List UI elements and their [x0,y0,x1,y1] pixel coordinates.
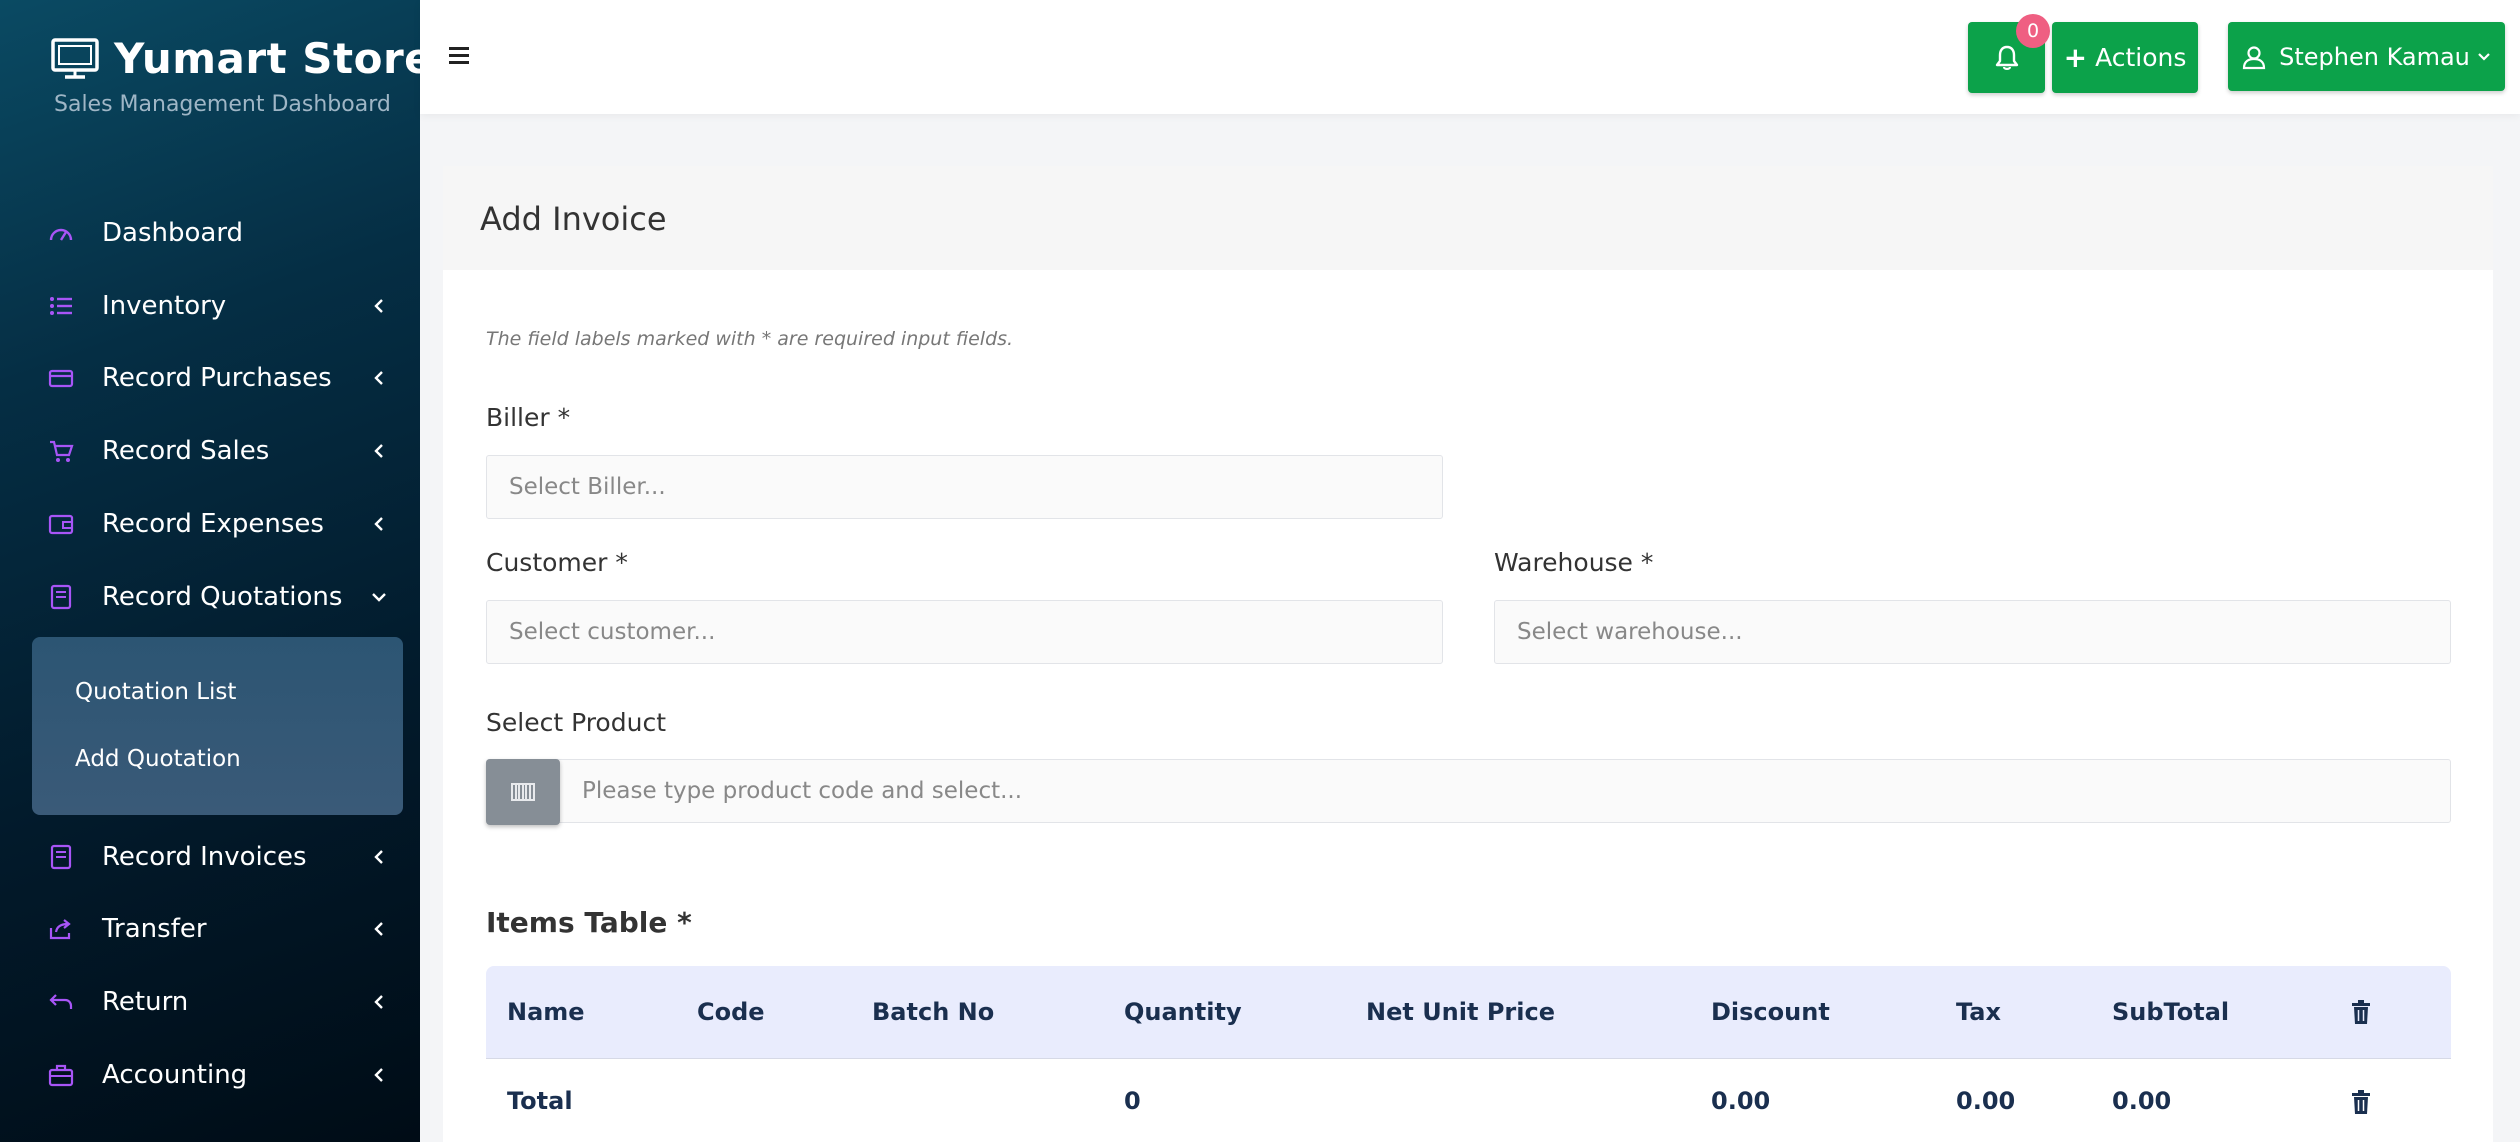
items-table-title: Items Table * [486,906,692,939]
sidebar-item-label: Record Purchases [102,363,332,393]
notification-count-badge: 0 [2016,14,2050,48]
brand[interactable]: Yumart Stores [50,34,420,83]
column-header-name: Name [507,998,585,1026]
sidebar-item-record-purchases[interactable]: Record Purchases [48,356,388,400]
document-icon [50,844,72,870]
sidebar-item-transfer[interactable]: Transfer [48,907,388,951]
product-search-input[interactable]: Please type product code and select... [486,759,2451,823]
sidebar: Yumart Stores Sales Management Dashboard… [0,0,420,1142]
user-icon [2243,45,2266,69]
card-header: Add Invoice [443,166,2493,270]
add-invoice-card: Add Invoice The field labels marked with… [443,166,2493,1142]
sidebar-item-record-invoices[interactable]: Record Invoices [48,835,388,879]
sidebar-item-label: Record Quotations [102,582,343,612]
monitor-icon [51,37,99,79]
sidebar-item-record-expenses[interactable]: Record Expenses [48,502,388,546]
user-name: Stephen Kamau [2279,42,2470,71]
total-label: Total [507,1087,573,1115]
chevron-left-icon [374,299,383,313]
cart-icon [50,440,74,462]
chevron-left-icon [374,517,383,531]
required-fields-note: The field labels marked with * are requi… [486,328,1014,350]
sidebar-item-record-sales[interactable]: Record Sales [48,429,388,473]
sidebar-item-dashboard[interactable]: Dashboard [48,211,388,255]
brand-subtitle: Sales Management Dashboard [54,92,391,117]
brand-title: Yumart Stores [114,34,420,83]
trash-icon[interactable] [2349,1089,2373,1115]
total-discount: 0.00 [1711,1087,1771,1115]
sidebar-item-label: Inventory [102,291,227,321]
column-header-batch-no: Batch No [872,998,995,1026]
trash-icon[interactable] [2349,999,2373,1025]
page-title: Add Invoice [480,200,667,238]
total-tax: 0.00 [1956,1087,2016,1115]
sidebar-item-label: Transfer [102,914,207,944]
chevron-left-icon [374,922,383,936]
chevron-left-icon [374,444,383,458]
chevron-left-icon [374,1068,383,1082]
submenu-item-add-quotation[interactable]: Add Quotation [75,746,241,772]
items-table-header: Name Code Batch No Quantity Net Unit Pri… [486,966,2451,1059]
warehouse-label: Warehouse * [1494,548,1654,577]
document-icon [50,584,72,610]
select-product-label: Select Product [486,708,666,737]
sidebar-item-return[interactable]: Return [48,980,388,1024]
return-icon [49,994,73,1009]
chevron-down-icon [372,593,386,602]
barcode-icon [511,783,535,801]
customer-select[interactable]: Select customer... [486,600,1443,664]
sidebar-item-record-quotations[interactable]: Record Quotations [48,575,388,619]
column-header-discount: Discount [1711,998,1830,1026]
chevron-left-icon [374,371,383,385]
speedometer-icon [49,228,73,241]
plus-icon: + [2063,41,2088,74]
submenu-item-quotation-list[interactable]: Quotation List [75,679,236,705]
share-icon [49,919,71,940]
credit-card-icon [48,369,74,388]
user-menu-button[interactable]: Stephen Kamau [2228,22,2505,91]
bell-icon [1995,45,2018,70]
column-header-code: Code [697,998,765,1026]
briefcase-icon [48,1064,74,1087]
sidebar-item-label: Record Sales [102,436,270,466]
actions-button[interactable]: + Actions [2052,22,2198,93]
column-header-net-unit-price: Net Unit Price [1366,998,1555,1026]
quotations-submenu: Quotation List Add Quotation [32,637,403,815]
sidebar-item-label: Dashboard [102,218,244,248]
column-header-subtotal: SubTotal [2112,998,2230,1026]
biller-label: Biller * [486,403,571,432]
wallet-icon [48,514,74,535]
biller-select[interactable]: Select Biller... [486,455,1443,519]
sidebar-item-label: Record Invoices [102,842,307,872]
topbar: 0 + Actions Stephen Kamau [420,0,2520,114]
actions-button-label: Actions [2095,43,2187,72]
column-header-tax: Tax [1956,998,2001,1026]
chevron-left-icon [374,995,383,1009]
customer-label: Customer * [486,548,628,577]
list-icon [50,297,72,315]
chevron-left-icon [374,850,383,864]
hamburger-icon[interactable] [448,44,470,66]
barcode-button[interactable] [486,759,560,825]
column-header-quantity: Quantity [1124,998,1242,1026]
sidebar-item-accounting[interactable]: Accounting [48,1053,388,1097]
sidebar-item-inventory[interactable]: Inventory [48,284,388,328]
warehouse-select[interactable]: Select warehouse... [1494,600,2451,664]
items-table-footer: Total 0 0.00 0.00 0.00 [486,1059,2451,1142]
chevron-down-icon [2478,52,2490,61]
sidebar-item-label: Accounting [102,1060,248,1090]
total-quantity: 0 [1124,1087,1141,1115]
sidebar-item-label: Return [102,987,189,1017]
sidebar-item-label: Record Expenses [102,509,324,539]
total-subtotal: 0.00 [2112,1087,2172,1115]
